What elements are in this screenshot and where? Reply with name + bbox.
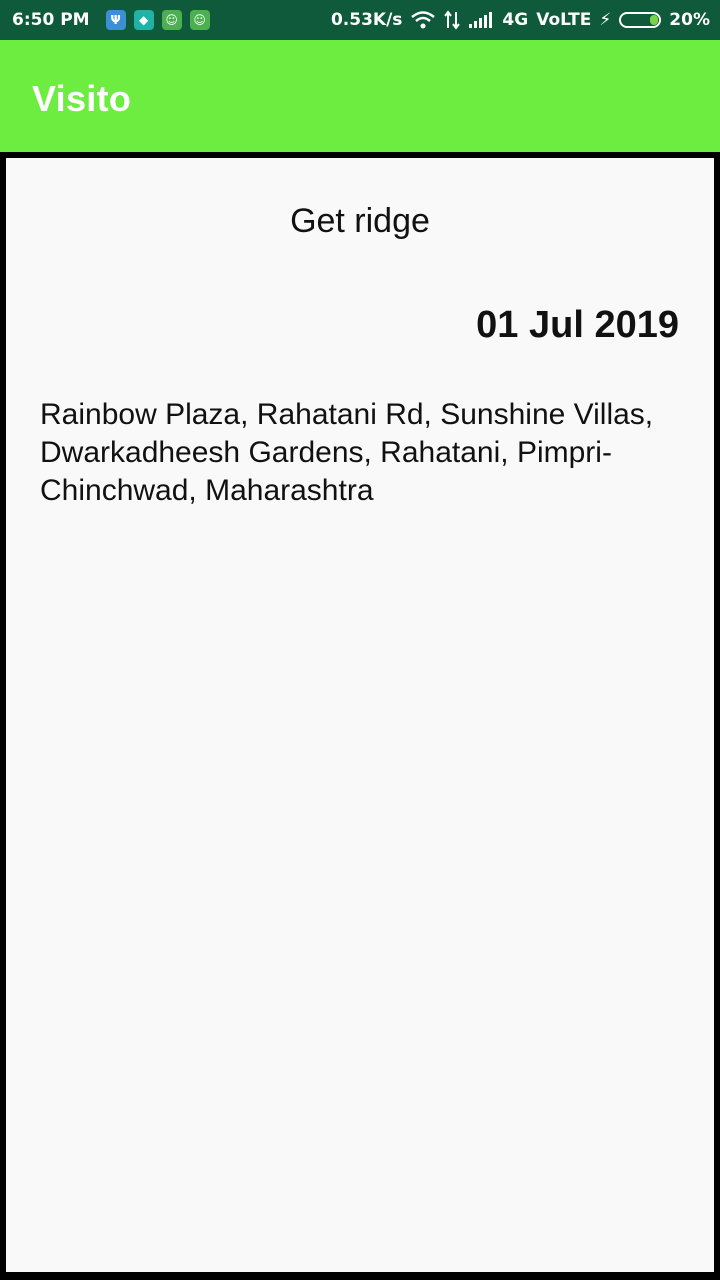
app-bar: Visito (0, 40, 720, 152)
page-heading: Get ridge (290, 202, 430, 240)
network-type: 4G (502, 10, 529, 30)
battery-icon (619, 12, 662, 28)
volte-label: VoLTE (536, 10, 592, 30)
net-speed: 0.53K/s (330, 10, 403, 30)
address-text: Rainbow Plaza, Rahatani Rd, Sunshine Vil… (40, 398, 654, 507)
data-arrows-icon (444, 10, 461, 30)
battery-fill (650, 15, 659, 25)
shield-icon: ◆ (133, 10, 154, 30)
status-bar-left: 6:50 PM Ψ ◆ ☺ ☺ (12, 0, 210, 40)
wifi-icon (411, 11, 436, 29)
status-bar-right: 0.53K/s 4G VoLTE ⚡ 20% (331, 0, 710, 40)
usb-icon: Ψ (105, 10, 126, 30)
charging-icon: ⚡ (599, 10, 612, 30)
android-icon: ☺ (189, 10, 210, 30)
signal-icon (469, 12, 493, 28)
status-bar: 6:50 PM Ψ ◆ ☺ ☺ 0.53K/s 4G VoLTE ⚡ 20% (0, 0, 720, 40)
status-time: 6:50 PM (12, 10, 90, 30)
android-icon: ☺ (161, 10, 182, 30)
content-card: Get ridge 01 Jul 2019 Rainbow Plaza, Rah… (6, 158, 714, 1272)
date-label: 01 Jul 2019 (476, 304, 679, 346)
app-title: Visito (32, 78, 132, 119)
battery-percent: 20% (669, 10, 710, 30)
